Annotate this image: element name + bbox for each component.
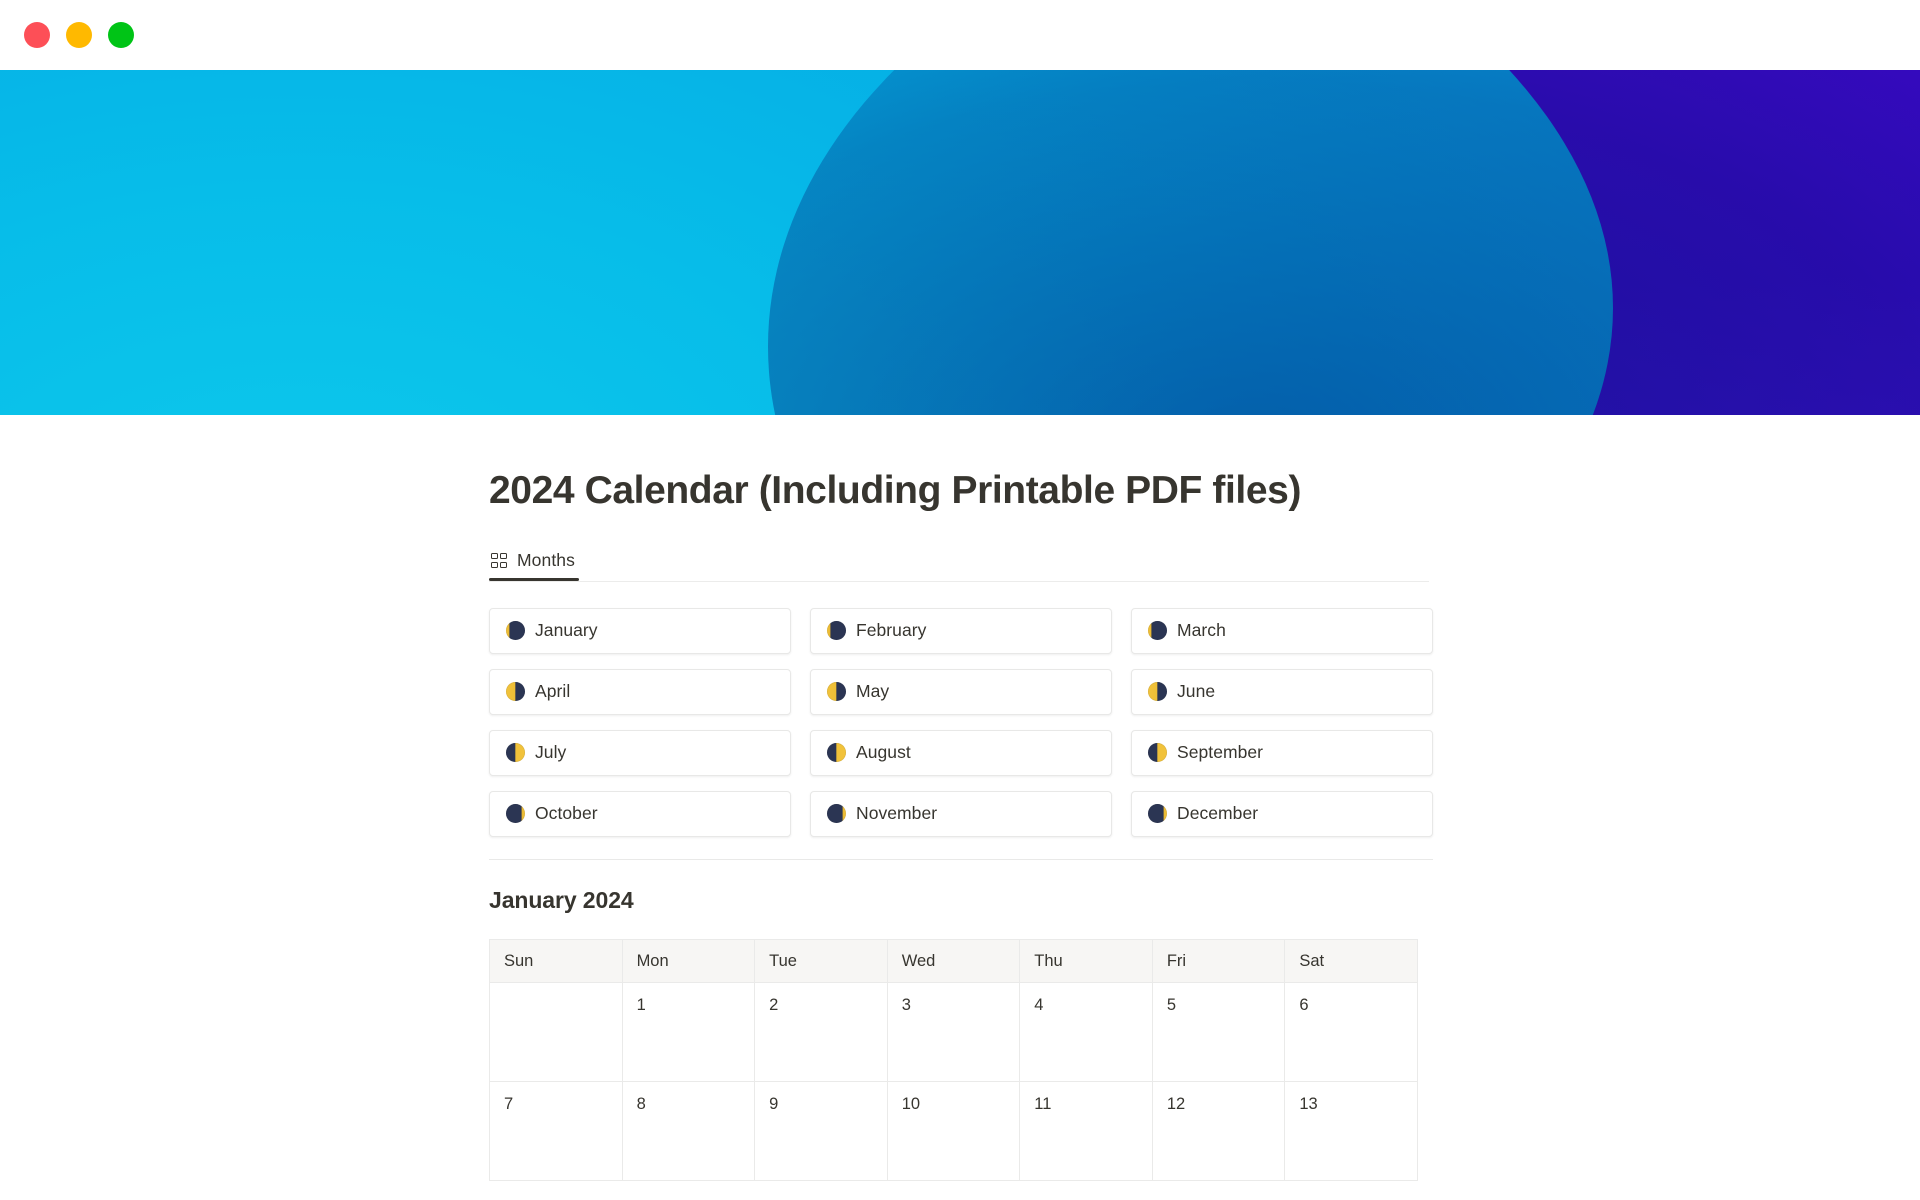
month-card-may[interactable]: May <box>810 668 1112 715</box>
month-name: February <box>856 620 927 641</box>
calendar-day-cell[interactable]: 7 <box>489 1081 623 1182</box>
moon-phase-icon <box>506 804 525 824</box>
day-header-fri: Fri <box>1151 939 1286 984</box>
view-tabs: Months <box>489 542 1429 582</box>
moon-phase-icon <box>1148 682 1167 702</box>
month-name: January <box>535 620 598 641</box>
moon-phase-icon <box>827 682 846 702</box>
month-card-march[interactable]: March <box>1131 607 1433 654</box>
calendar-day-cell[interactable]: 3 <box>886 982 1021 1083</box>
day-header-sat: Sat <box>1284 939 1418 984</box>
calendar-day-cell[interactable]: 1 <box>621 982 756 1083</box>
month-name: March <box>1177 620 1226 641</box>
calendar-day-cell[interactable]: 4 <box>1019 982 1153 1083</box>
month-name: April <box>535 681 571 702</box>
month-card-june[interactable]: June <box>1131 668 1433 715</box>
banner-shade-overlay <box>768 70 1920 415</box>
calendar-day-cell[interactable]: 8 <box>621 1081 756 1182</box>
month-card-february[interactable]: February <box>810 607 1112 654</box>
month-card-july[interactable]: July <box>489 729 791 776</box>
moon-phase-icon <box>827 804 846 824</box>
calendar-day-cell[interactable]: 2 <box>754 982 888 1083</box>
minimize-window-button[interactable] <box>66 22 92 48</box>
months-grid: January February March April May June Ju… <box>489 607 1433 837</box>
tab-months[interactable]: Months <box>489 542 579 582</box>
calendar-header-row: Sun Mon Tue Wed Thu Fri Sat <box>489 939 1418 984</box>
day-header-mon: Mon <box>621 939 756 984</box>
month-card-november[interactable]: November <box>810 790 1112 837</box>
month-name: December <box>1177 803 1259 824</box>
moon-phase-icon <box>827 743 846 763</box>
grid-icon <box>491 552 508 569</box>
calendar-table: Sun Mon Tue Wed Thu Fri Sat 1 2 3 4 5 6 … <box>489 939 1418 1182</box>
month-name: November <box>856 803 938 824</box>
moon-phase-icon <box>1148 743 1167 763</box>
traffic-light-buttons <box>24 22 134 48</box>
page-title: 2024 Calendar (Including Printable PDF f… <box>489 469 1302 512</box>
close-window-button[interactable] <box>24 22 50 48</box>
day-header-thu: Thu <box>1019 939 1153 984</box>
calendar-day-cell[interactable]: 11 <box>1019 1081 1153 1182</box>
month-card-august[interactable]: August <box>810 729 1112 776</box>
month-card-january[interactable]: January <box>489 607 791 654</box>
moon-phase-icon <box>506 621 525 641</box>
moon-phase-icon <box>506 682 525 702</box>
calendar-day-cell[interactable]: 5 <box>1151 982 1286 1083</box>
calendar-day-cell[interactable]: 10 <box>886 1081 1021 1182</box>
moon-phase-icon <box>827 621 846 641</box>
month-name: May <box>856 681 890 702</box>
day-header-wed: Wed <box>886 939 1021 984</box>
calendar-day-cell[interactable]: 9 <box>754 1081 888 1182</box>
month-card-april[interactable]: April <box>489 668 791 715</box>
maximize-window-button[interactable] <box>108 22 134 48</box>
calendar-day-cell[interactable]: 6 <box>1284 982 1418 1083</box>
moon-phase-icon <box>1148 804 1167 824</box>
calendar-day-cell[interactable]: 12 <box>1151 1081 1286 1182</box>
month-name: August <box>856 742 911 763</box>
calendar-day-cell[interactable] <box>489 982 623 1083</box>
moon-phase-icon <box>1148 621 1167 641</box>
calendar-heading: January 2024 <box>489 887 634 914</box>
section-divider <box>489 858 1433 861</box>
calendar-day-cell[interactable]: 13 <box>1284 1081 1418 1182</box>
calendar-week-row: 1 2 3 4 5 6 <box>489 982 1418 1083</box>
calendar-week-row: 7 8 9 10 11 12 13 <box>489 1081 1418 1182</box>
month-card-december[interactable]: December <box>1131 790 1433 837</box>
day-header-sun: Sun <box>489 939 623 984</box>
month-name: October <box>535 803 598 824</box>
cover-banner <box>0 70 1920 415</box>
month-name: September <box>1177 742 1264 763</box>
app-window: 2024 Calendar (Including Printable PDF f… <box>0 0 1920 1200</box>
month-card-september[interactable]: September <box>1131 729 1433 776</box>
day-header-tue: Tue <box>754 939 888 984</box>
tab-months-label: Months <box>517 550 575 571</box>
month-name: July <box>535 742 567 763</box>
month-card-october[interactable]: October <box>489 790 791 837</box>
title-bar <box>0 0 1920 70</box>
page-content: 2024 Calendar (Including Printable PDF f… <box>0 415 1920 1182</box>
month-name: June <box>1177 681 1216 702</box>
moon-phase-icon <box>506 743 525 763</box>
